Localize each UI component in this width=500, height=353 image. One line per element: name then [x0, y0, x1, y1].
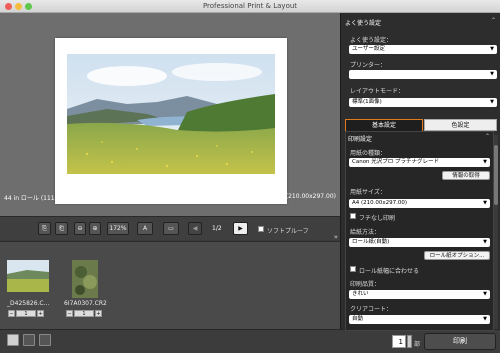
remove-page-icon[interactable]: ⎗: [55, 222, 68, 235]
print-quality-label: 印刷品質：: [350, 281, 381, 288]
minus-icon[interactable]: −: [8, 310, 15, 317]
paper-size-label: 用紙サイズ：: [350, 189, 386, 196]
zoom-in-icon[interactable]: ⊕: [89, 222, 101, 235]
tab-color-settings[interactable]: 色設定: [424, 119, 497, 131]
thumbnail-1-copies-stepper[interactable]: − 1 +: [8, 310, 44, 317]
landscape-photo[interactable]: [67, 54, 275, 174]
thumbnail-2-copies-stepper[interactable]: − 1 +: [66, 310, 102, 317]
fit-roll-width-label: ロール紙幅に合わせる: [359, 268, 420, 275]
plus-icon[interactable]: +: [95, 310, 102, 317]
thumbnail-1[interactable]: [7, 260, 49, 294]
borderless-label: フチなし印刷: [359, 215, 396, 222]
add-page-icon[interactable]: ⎘: [38, 222, 51, 235]
softproof-label: ソフトプルーフ: [267, 228, 309, 235]
fit-roll-width-checkbox[interactable]: [350, 266, 356, 272]
softproof-checkbox[interactable]: [258, 226, 264, 232]
expand-thumbnails-icon[interactable]: »: [334, 233, 338, 241]
feed-method-label: 給紙方法：: [350, 229, 381, 236]
print-quality-select[interactable]: きれい ▼: [349, 290, 490, 299]
settings-scrollbar[interactable]: [494, 135, 498, 329]
print-settings-title: 印刷設定: [348, 136, 373, 143]
favorites-header[interactable]: よく使う設定: [341, 18, 500, 27]
borderless-checkbox[interactable]: [350, 213, 356, 219]
clear-coat-select[interactable]: 自動 ▼: [349, 315, 490, 324]
roll-options-button[interactable]: ロール紙オプション...: [424, 251, 490, 260]
scrollbar-thumb[interactable]: [494, 145, 498, 205]
chevron-down-icon: ▼: [483, 316, 487, 322]
copies-value[interactable]: 1: [74, 310, 94, 317]
roll-width-info: 44 in ロール (1117.6mm): [4, 195, 79, 202]
layout-mode-label: レイアウトモード：: [350, 88, 405, 95]
print-settings-section: 印刷設定 ⌃ 用紙の種類： Canon 光沢プロ プラチナグレード ▼ 情報の取得…: [345, 131, 494, 331]
chevron-down-icon: ▼: [483, 159, 487, 165]
copies-input[interactable]: 1: [392, 335, 406, 348]
zoom-out-icon[interactable]: ⊖: [74, 222, 86, 235]
print-button[interactable]: 印刷: [424, 333, 496, 350]
window-title: Professional Print & Layout: [202, 2, 298, 10]
thumbnail-2[interactable]: [72, 260, 98, 300]
page-indicator: 1/2: [212, 225, 222, 232]
chevron-down-icon: ▼: [490, 71, 494, 77]
chevron-down-icon: ▼: [483, 200, 487, 206]
page-setup-icon[interactable]: ▭: [163, 222, 179, 235]
single-view-icon[interactable]: [7, 334, 19, 346]
dual-view-icon[interactable]: [23, 334, 35, 346]
thumbnail-strip: _D425826.C... − 1 + 6I7A0307.CR2 − 1 +: [0, 241, 340, 329]
collapse-icon[interactable]: ⌃: [485, 133, 490, 140]
get-info-button[interactable]: 情報の取得: [442, 171, 490, 180]
paper-type-label: 用紙の種類：: [350, 150, 387, 157]
printer-select[interactable]: ▼: [349, 70, 497, 79]
bottom-bar: 1 部 印刷: [0, 329, 500, 353]
favorites-select[interactable]: ユーザー設定 ▼: [349, 45, 497, 54]
chevron-down-icon: ▼: [483, 291, 487, 297]
copies-stepper-icon[interactable]: [407, 335, 412, 348]
favorites-label: よく使う設定：: [350, 37, 393, 44]
clear-coat-label: クリアコート：: [350, 306, 393, 313]
paper-preview[interactable]: [55, 38, 287, 204]
title-bar: Professional Print & Layout: [0, 0, 500, 13]
next-page-button[interactable]: ▶: [233, 222, 248, 235]
copies-value[interactable]: 1: [16, 310, 36, 317]
printer-label: プリンター：: [350, 62, 387, 69]
preview-toolbar: ⎘ ⎗ ⊖ ⊕ 172% A ▭ ◀ 1/2 ▶ ソフトプルーフ »: [0, 216, 340, 241]
collapse-icon[interactable]: ⌃: [491, 17, 496, 24]
thumbnail-1-name: _D425826.C...: [7, 300, 50, 307]
chevron-down-icon: ▼: [490, 46, 494, 52]
paper-size-info: A4 (210.00x297.00): [275, 193, 336, 200]
paper-size-select[interactable]: A4 (210.00x297.00) ▼: [349, 199, 490, 208]
tab-basic-settings[interactable]: 基本設定: [345, 119, 423, 131]
chevron-down-icon: ▼: [483, 239, 487, 245]
preview-area: 44 in ロール (1117.6mm) A4 (210.00x297.00): [0, 13, 340, 229]
copies-unit-label: 部: [414, 341, 421, 348]
multi-view-icon[interactable]: [39, 334, 51, 346]
thumbnail-2-name: 6I7A0307.CR2: [64, 300, 107, 307]
zoom-level-select[interactable]: 172%: [107, 222, 129, 235]
settings-panel: よく使う設定 ⌃ よく使う設定： ユーザー設定 ▼ プリンター： ▼ レイアウトモ…: [340, 13, 500, 331]
settings-tabs: 基本設定 色設定: [345, 119, 497, 131]
preview-info-bar: 44 in ロール (1117.6mm) A4 (210.00x297.00): [0, 190, 340, 202]
feed-method-select[interactable]: ロール紙(自動) ▼: [349, 238, 490, 247]
previous-page-button[interactable]: ◀: [188, 222, 202, 235]
minus-icon[interactable]: −: [66, 310, 73, 317]
chevron-down-icon: ▼: [490, 99, 494, 105]
layout-mode-select[interactable]: 標準(1面像) ▼: [349, 98, 497, 107]
plus-icon[interactable]: +: [37, 310, 44, 317]
orientation-icon[interactable]: A: [137, 222, 153, 235]
paper-type-select[interactable]: Canon 光沢プロ プラチナグレード ▼: [349, 158, 490, 167]
